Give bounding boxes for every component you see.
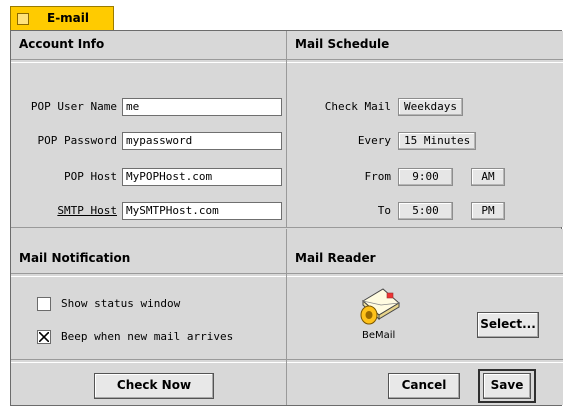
- email-tab[interactable]: E-mail: [10, 6, 114, 30]
- mail-notification-panel: Mail Notification Show status window Bee…: [11, 229, 287, 405]
- every-interval-menu[interactable]: 15 Minutes: [398, 132, 477, 150]
- pop-user-name-label: POP User Name: [30, 100, 117, 113]
- section-title-account-info: Account Info: [19, 37, 105, 51]
- check-now-button[interactable]: Check Now: [94, 373, 214, 399]
- section-title-mail-notification: Mail Notification: [19, 251, 131, 265]
- from-ampm-button[interactable]: AM: [471, 168, 505, 186]
- divider: [287, 359, 563, 363]
- check-mail-label: Check Mail: [324, 100, 391, 113]
- show-status-checkbox[interactable]: [37, 297, 51, 311]
- mail-reader-panel: Mail Reader BeMail Select... Cancel Save: [287, 229, 563, 405]
- pop-host-field[interactable]: MyPOPHost.com: [122, 168, 282, 186]
- every-label: Every: [357, 134, 391, 147]
- to-label: To: [377, 204, 391, 217]
- smtp-host-field[interactable]: MySMTPHost.com: [122, 202, 282, 220]
- account-info-panel: Account Info POP User Name me POP Passwo…: [11, 31, 287, 227]
- section-title-mail-reader: Mail Reader: [295, 251, 376, 265]
- divider: [287, 59, 563, 63]
- section-title-mail-schedule: Mail Schedule: [295, 37, 390, 51]
- smtp-host-label[interactable]: SMTP Host: [15, 204, 117, 217]
- select-mail-reader-button[interactable]: Select...: [477, 312, 539, 338]
- divider: [11, 359, 286, 363]
- save-button[interactable]: Save: [483, 373, 531, 399]
- check-mark-icon: [39, 332, 49, 342]
- show-status-label[interactable]: Show status window: [61, 297, 180, 310]
- beep-checkbox[interactable]: [37, 330, 51, 344]
- bemail-label: BeMail: [362, 330, 396, 341]
- from-time-field[interactable]: 9:00: [398, 168, 453, 186]
- beep-label[interactable]: Beep when new mail arrives: [61, 330, 233, 343]
- from-label: From: [364, 170, 392, 183]
- bemail-app-icon: [360, 288, 400, 325]
- default-button-frame: Save: [478, 369, 536, 403]
- divider: [287, 273, 563, 277]
- divider: [11, 273, 286, 277]
- close-box-icon[interactable]: [17, 13, 29, 25]
- pop-password-label: POP Password: [37, 134, 117, 147]
- cancel-button[interactable]: Cancel: [388, 373, 460, 399]
- divider: [11, 59, 286, 63]
- pop-user-name-field[interactable]: me: [122, 98, 282, 116]
- to-time-field[interactable]: 5:00: [398, 202, 453, 220]
- pop-password-field[interactable]: mypassword: [122, 132, 282, 150]
- email-preferences-window: Account Info POP User Name me POP Passwo…: [10, 30, 563, 406]
- check-mail-menu[interactable]: Weekdays: [398, 98, 463, 116]
- pop-host-label: POP Host: [64, 170, 117, 183]
- mail-schedule-panel: Mail Schedule Check Mail Weekdays Every …: [287, 31, 563, 227]
- to-ampm-button[interactable]: PM: [471, 202, 505, 220]
- tab-title: E-mail: [47, 11, 90, 25]
